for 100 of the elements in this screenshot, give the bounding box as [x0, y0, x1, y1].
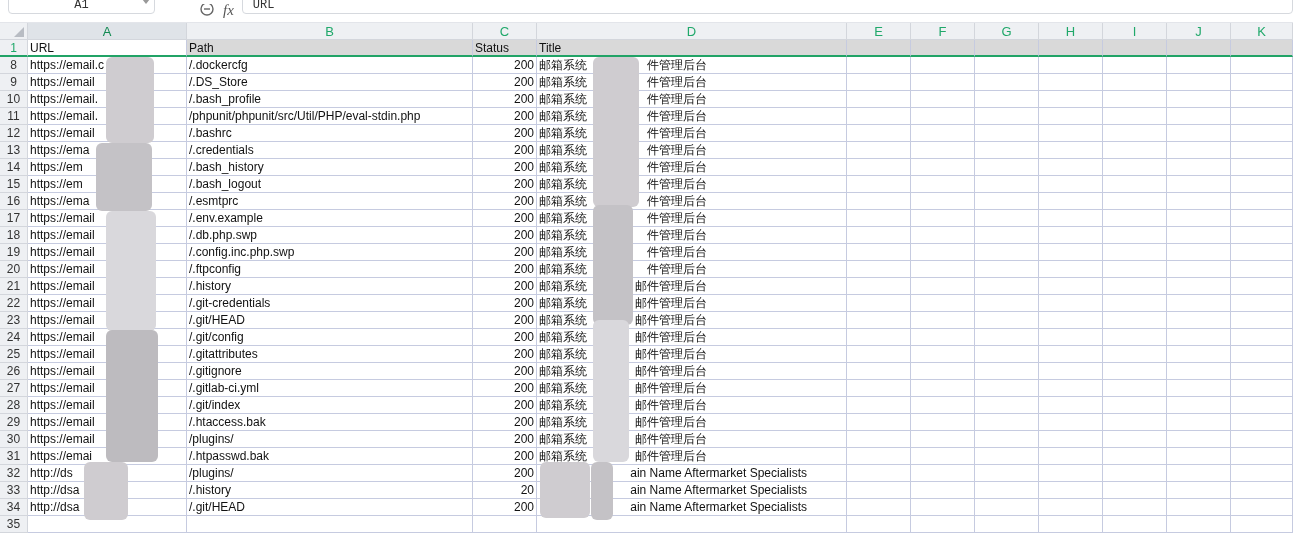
cell-text: 件管理后台	[647, 158, 707, 176]
empty-cell	[1103, 448, 1167, 465]
empty-cell	[1039, 108, 1103, 125]
empty-cell	[1103, 397, 1167, 414]
empty-cell	[1039, 91, 1103, 108]
row-number[interactable]: 11	[0, 108, 28, 125]
row-number[interactable]: 8	[0, 57, 28, 74]
table-cell: /.git/index	[187, 397, 473, 414]
row-number[interactable]: 31	[0, 448, 28, 465]
empty-cell	[1039, 312, 1103, 329]
empty-cell	[1103, 346, 1167, 363]
empty-cell	[1103, 329, 1167, 346]
empty-cell	[1167, 431, 1231, 448]
cell-text: 邮箱系统	[539, 243, 587, 261]
formula-field[interactable]: URL	[241, 0, 1293, 14]
empty-cell	[1167, 125, 1231, 142]
row-number[interactable]: 26	[0, 363, 28, 380]
empty-cell	[1039, 397, 1103, 414]
table-cell: 200	[473, 278, 537, 295]
row-number[interactable]: 20	[0, 261, 28, 278]
empty-cell	[1231, 312, 1293, 329]
empty-cell	[975, 448, 1039, 465]
table-cell: 200	[473, 465, 537, 482]
empty-cell	[1039, 295, 1103, 312]
row-number[interactable]: 25	[0, 346, 28, 363]
row-number[interactable]: 13	[0, 142, 28, 159]
empty-cell	[1231, 363, 1293, 380]
row-number[interactable]: 33	[0, 482, 28, 499]
empty-cell	[911, 176, 975, 193]
row-number[interactable]: 15	[0, 176, 28, 193]
table-cell: /.ftpconfig	[187, 261, 473, 278]
empty-cell	[1103, 108, 1167, 125]
empty-cell	[1039, 244, 1103, 261]
row-number[interactable]: 10	[0, 91, 28, 108]
row-number[interactable]: 19	[0, 244, 28, 261]
row-number[interactable]: 27	[0, 380, 28, 397]
row-number[interactable]: 12	[0, 125, 28, 142]
empty-cell	[975, 312, 1039, 329]
cell-text: 邮箱系统	[539, 209, 587, 227]
row-number[interactable]: 18	[0, 227, 28, 244]
row-number[interactable]: 21	[0, 278, 28, 295]
row-number[interactable]: 28	[0, 397, 28, 414]
cell-text: 邮件管理后台	[635, 430, 707, 448]
function-button[interactable]: fx	[223, 2, 234, 19]
empty-cell	[1167, 74, 1231, 91]
header-cell: Status	[473, 40, 537, 57]
row-number[interactable]: 23	[0, 312, 28, 329]
empty-cell	[1039, 516, 1103, 533]
empty-cell	[1167, 329, 1231, 346]
table-cell: 200	[473, 176, 537, 193]
row-number[interactable]: 17	[0, 210, 28, 227]
cell-reference-box[interactable]: A1	[8, 0, 155, 14]
row-number[interactable]: 9	[0, 74, 28, 91]
empty-cell	[1167, 176, 1231, 193]
table-cell: 200	[473, 91, 537, 108]
cell-text: 邮箱系统	[539, 124, 587, 142]
empty-cell	[473, 516, 537, 533]
empty-cell	[975, 261, 1039, 278]
row-number[interactable]: 32	[0, 465, 28, 482]
empty-cell	[975, 346, 1039, 363]
empty-cell	[1103, 431, 1167, 448]
cell-text: 邮件管理后台	[635, 379, 707, 397]
table-cell: /plugins/	[187, 465, 473, 482]
empty-cell	[911, 397, 975, 414]
cell-text: 邮箱系统	[539, 192, 587, 210]
table-cell: 200	[473, 244, 537, 261]
empty-cell	[1039, 142, 1103, 159]
table-cell: 200	[473, 448, 537, 465]
table-cell: /.bashrc	[187, 125, 473, 142]
empty-cell	[1231, 397, 1293, 414]
row-number[interactable]: 35	[0, 516, 28, 533]
cell-text: 邮箱系统	[539, 141, 587, 159]
cell-text: 件管理后台	[647, 56, 707, 74]
row-number[interactable]: 30	[0, 431, 28, 448]
cell-text: 邮箱系统	[539, 396, 587, 414]
row-number[interactable]: 24	[0, 329, 28, 346]
empty-cell	[1039, 210, 1103, 227]
table-cell: /.git-credentials	[187, 295, 473, 312]
cell-text: 邮件管理后台	[635, 447, 707, 465]
empty-cell	[1167, 295, 1231, 312]
zoom-icon[interactable]	[199, 4, 217, 18]
empty-cell	[911, 108, 975, 125]
row-number[interactable]: 29	[0, 414, 28, 431]
row-number[interactable]: 16	[0, 193, 28, 210]
empty-cell	[975, 91, 1039, 108]
table-cell: /.git/config	[187, 329, 473, 346]
empty-cell	[1231, 125, 1293, 142]
empty-cell	[1103, 414, 1167, 431]
empty-cell	[1039, 448, 1103, 465]
row-number[interactable]: 34	[0, 499, 28, 516]
row-number[interactable]: 22	[0, 295, 28, 312]
row-number[interactable]: 14	[0, 159, 28, 176]
table-cell: 200	[473, 159, 537, 176]
empty-cell	[1167, 193, 1231, 210]
cell-text: 邮箱系统	[539, 345, 587, 363]
empty-cell	[1167, 499, 1231, 516]
cell-text: 邮箱系统	[539, 73, 587, 91]
empty-cell	[911, 261, 975, 278]
empty-cell	[975, 125, 1039, 142]
empty-cell	[975, 227, 1039, 244]
